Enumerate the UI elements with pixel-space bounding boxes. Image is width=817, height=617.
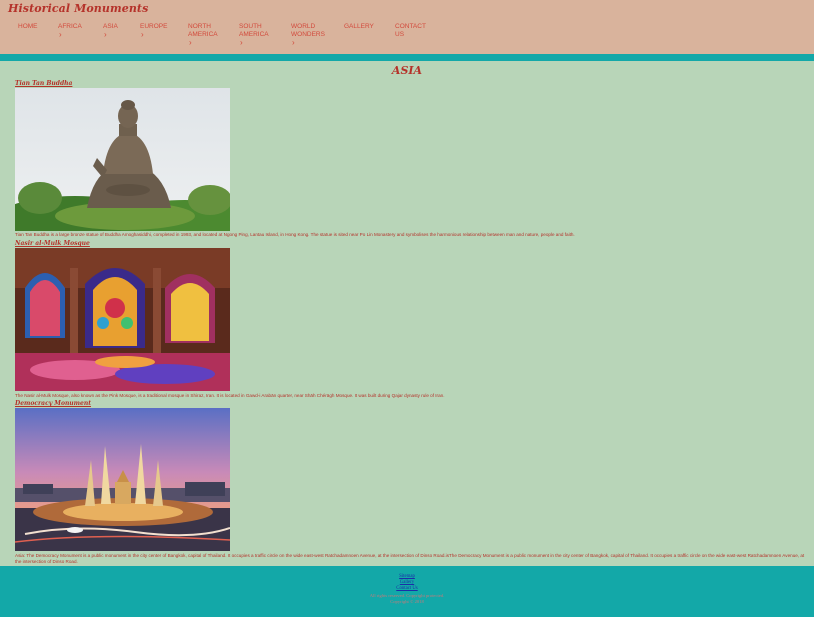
nav-item-south-america[interactable]: SOUTH AMERICA › xyxy=(239,23,269,47)
chevron-right-icon: › xyxy=(292,38,295,47)
monument-image-democracy-monument xyxy=(15,408,230,551)
nav-item-asia[interactable]: ASIA › xyxy=(103,23,118,39)
nav-item-africa[interactable]: AFRICA › xyxy=(58,23,82,39)
nav-label-line2: AMERICA xyxy=(188,31,218,38)
chevron-right-icon: › xyxy=(141,30,144,39)
chevron-right-icon: › xyxy=(240,38,243,47)
site-footer: Sitemap Gallery Contact Us All rights re… xyxy=(0,566,814,617)
nav-label: SOUTH xyxy=(239,23,262,30)
footer-copyright-text: Copyright © 2018 xyxy=(390,599,424,604)
nav-label: CONTACT xyxy=(395,23,426,30)
nav-label: NORTH xyxy=(188,23,211,30)
monument-description-nasir-al-mulk-mosque: The Nasir al-Mulk Mosque, also known as … xyxy=(15,393,445,398)
site-header: Historical Monuments HOME AFRICA › ASIA … xyxy=(0,0,814,54)
monument-title-nasir-al-mulk-mosque[interactable]: Nasir al-Mulk Mosque xyxy=(15,240,90,247)
nav-label-line2: WONDERS xyxy=(291,31,325,38)
nav-item-home[interactable]: HOME xyxy=(18,23,38,31)
page-heading: ASIA xyxy=(391,64,423,77)
footer-link-sitemap[interactable]: Sitemap xyxy=(0,574,814,579)
nav-item-gallery[interactable]: GALLERY xyxy=(344,23,374,31)
footer-link-gallery[interactable]: Gallery xyxy=(0,580,814,585)
header-divider-bar xyxy=(0,54,814,61)
monument-image-nasir-al-mulk-mosque xyxy=(15,248,230,391)
nav-label-line2: AMERICA xyxy=(239,31,269,38)
nav-label-line2: US xyxy=(395,31,405,38)
monument-image-tian-tan-buddha xyxy=(15,88,230,231)
footer-rights-text: All rights reserved. Copyright protected… xyxy=(369,593,445,598)
footer-link-contact-us[interactable]: Contact Us xyxy=(0,586,814,591)
nav-item-contact-us[interactable]: CONTACT US xyxy=(395,23,426,39)
nav-label: AFRICA xyxy=(58,23,82,30)
chevron-right-icon: › xyxy=(59,30,62,39)
nav-item-world-wonders[interactable]: WORLD WONDERS › xyxy=(291,23,325,47)
monument-title-democracy-monument[interactable]: Democracy Monument xyxy=(15,400,91,407)
monument-title-tian-tan-buddha[interactable]: Tian Tan Buddha xyxy=(15,80,72,87)
nav-item-europe[interactable]: EUROPE › xyxy=(140,23,167,39)
nav-label: HOME xyxy=(18,23,38,30)
nav-label: GALLERY xyxy=(344,23,374,30)
monument-description-tian-tan-buddha: Tian Tan Buddha is a large bronze statue… xyxy=(15,232,575,237)
nav-label: ASIA xyxy=(103,23,118,30)
chevron-right-icon: › xyxy=(189,38,192,47)
site-title[interactable]: Historical Monuments xyxy=(8,2,148,15)
nav-label: EUROPE xyxy=(140,23,168,30)
nav-item-north-america[interactable]: NORTH AMERICA › xyxy=(188,23,218,47)
nav-label: WORLD xyxy=(291,23,316,30)
monument-description-democracy-monument: Asia: The Democracy Monument is a public… xyxy=(15,553,805,564)
chevron-right-icon: › xyxy=(104,30,107,39)
